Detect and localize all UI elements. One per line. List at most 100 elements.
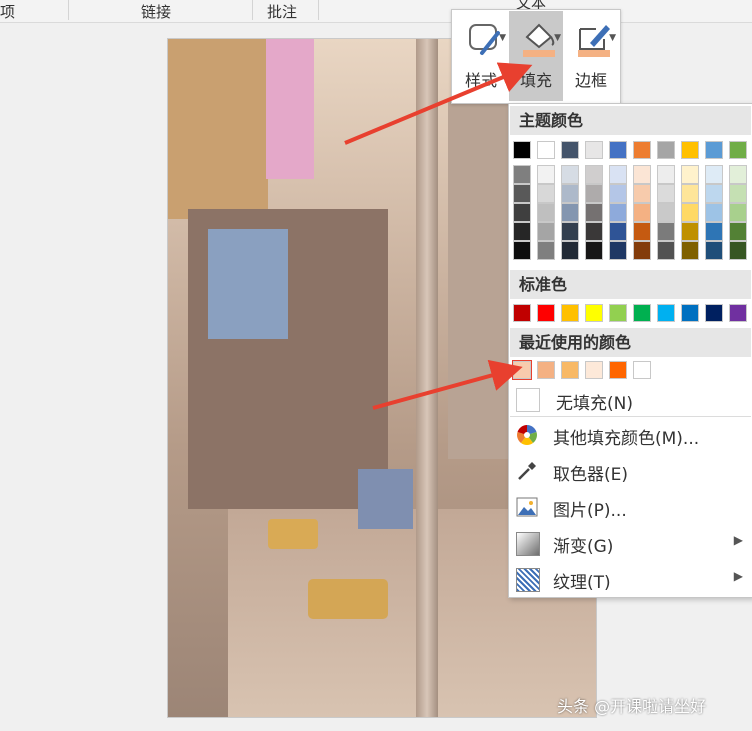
theme-shade-swatch[interactable] <box>729 165 747 184</box>
photo-bus <box>358 469 413 529</box>
ribbon-divider <box>68 0 69 20</box>
standard-color-swatch[interactable] <box>561 304 579 322</box>
theme-shade-swatch[interactable] <box>729 203 747 222</box>
theme-shade-swatch[interactable] <box>585 203 603 222</box>
gradient-item[interactable]: 渐变(G) ▶ <box>510 525 751 559</box>
theme-color-swatch[interactable] <box>729 141 747 159</box>
theme-shade-swatch[interactable] <box>561 184 579 203</box>
paint-bucket-icon <box>523 23 555 57</box>
theme-shade-swatch[interactable] <box>513 203 531 222</box>
eyedropper-item[interactable]: 取色器(E) <box>510 453 751 487</box>
theme-shade-swatch[interactable] <box>609 241 627 260</box>
theme-shade-swatch[interactable] <box>657 222 675 241</box>
theme-shade-swatch[interactable] <box>537 203 555 222</box>
ribbon-item-comment[interactable]: 批注 <box>267 1 297 22</box>
recent-color-swatch[interactable] <box>537 361 555 379</box>
recent-color-swatch[interactable] <box>561 361 579 379</box>
theme-shade-swatch[interactable] <box>633 165 651 184</box>
ribbon-item-link[interactable]: 链接 <box>141 1 171 22</box>
theme-shade-swatch[interactable] <box>513 241 531 260</box>
theme-shade-swatch[interactable] <box>513 222 531 241</box>
recent-color-swatch[interactable] <box>633 361 651 379</box>
theme-color-swatch[interactable] <box>537 141 555 159</box>
theme-shade-swatch[interactable] <box>705 241 723 260</box>
theme-shade-swatch[interactable] <box>633 241 651 260</box>
theme-shade-swatch[interactable] <box>513 165 531 184</box>
theme-shade-swatch[interactable] <box>537 165 555 184</box>
theme-shade-swatch[interactable] <box>729 184 747 203</box>
standard-color-swatch[interactable] <box>585 304 603 322</box>
mini-format-toolbar: ▼ 样式 ▼ 填充 ▼ 边框 <box>451 9 621 104</box>
theme-shade-swatch[interactable] <box>681 222 699 241</box>
theme-shade-swatch[interactable] <box>561 241 579 260</box>
theme-shade-swatch[interactable] <box>681 184 699 203</box>
theme-shade-swatch[interactable] <box>609 184 627 203</box>
standard-color-swatch[interactable] <box>705 304 723 322</box>
theme-shade-swatch[interactable] <box>537 241 555 260</box>
theme-shade-swatch[interactable] <box>585 184 603 203</box>
recent-color-swatch[interactable] <box>609 361 627 379</box>
theme-color-swatch[interactable] <box>513 141 531 159</box>
theme-shade-swatch[interactable] <box>585 165 603 184</box>
border-button[interactable]: ▼ 边框 <box>564 11 618 101</box>
theme-shade-swatch[interactable] <box>705 184 723 203</box>
no-fill-item[interactable]: 无填充(N) <box>510 382 751 417</box>
theme-shade-swatch[interactable] <box>657 184 675 203</box>
standard-colors-heading: 标准色 <box>510 270 751 299</box>
submenu-arrow-icon: ▶ <box>733 533 743 547</box>
more-fill-colors-item[interactable]: 其他填充颜色(M)... <box>510 417 751 451</box>
theme-shade-swatch[interactable] <box>609 165 627 184</box>
theme-shade-swatch[interactable] <box>561 165 579 184</box>
theme-shade-swatch[interactable] <box>705 165 723 184</box>
theme-shade-swatch[interactable] <box>585 241 603 260</box>
theme-color-swatch[interactable] <box>681 141 699 159</box>
picture-label: 图片(P)... <box>553 501 627 521</box>
fill-label: 填充 <box>519 71 552 90</box>
theme-shade-swatch[interactable] <box>537 184 555 203</box>
theme-shade-swatch[interactable] <box>657 241 675 260</box>
theme-shade-swatch[interactable] <box>633 203 651 222</box>
recent-color-swatch[interactable] <box>585 361 603 379</box>
theme-shade-swatch[interactable] <box>609 222 627 241</box>
theme-shade-swatch[interactable] <box>729 222 747 241</box>
theme-shade-swatch[interactable] <box>513 184 531 203</box>
theme-color-swatch[interactable] <box>705 141 723 159</box>
style-button[interactable]: ▼ 样式 <box>454 11 508 101</box>
theme-shade-swatch[interactable] <box>705 222 723 241</box>
ribbon-item-xiang[interactable]: 项 <box>0 1 15 22</box>
standard-color-swatch[interactable] <box>633 304 651 322</box>
theme-color-swatch[interactable] <box>609 141 627 159</box>
border-label: 边框 <box>574 71 607 90</box>
standard-color-swatch[interactable] <box>537 304 555 322</box>
theme-shade-swatch[interactable] <box>657 203 675 222</box>
more-fill-colors-label: 其他填充颜色(M)... <box>553 429 700 449</box>
standard-color-swatch[interactable] <box>657 304 675 322</box>
theme-shade-swatch[interactable] <box>633 184 651 203</box>
standard-color-swatch[interactable] <box>681 304 699 322</box>
theme-color-swatch[interactable] <box>657 141 675 159</box>
texture-item[interactable]: 纹理(T) ▶ <box>510 561 751 595</box>
theme-shade-swatch[interactable] <box>609 203 627 222</box>
fill-button[interactable]: ▼ 填充 <box>509 11 563 101</box>
standard-color-swatch[interactable] <box>609 304 627 322</box>
theme-colors-heading: 主题颜色 <box>510 106 751 135</box>
theme-shade-swatch[interactable] <box>561 222 579 241</box>
theme-shade-swatch[interactable] <box>681 203 699 222</box>
theme-shade-swatch[interactable] <box>537 222 555 241</box>
theme-shade-swatch[interactable] <box>705 203 723 222</box>
theme-shade-swatch[interactable] <box>561 203 579 222</box>
theme-color-swatch[interactable] <box>633 141 651 159</box>
picture-item[interactable]: 图片(P)... <box>510 489 751 523</box>
recent-color-swatch[interactable] <box>512 360 532 380</box>
theme-color-swatch[interactable] <box>561 141 579 159</box>
theme-shade-swatch[interactable] <box>585 222 603 241</box>
standard-color-swatch[interactable] <box>729 304 747 322</box>
theme-color-swatch[interactable] <box>585 141 603 159</box>
theme-shade-swatch[interactable] <box>681 241 699 260</box>
texture-label: 纹理(T) <box>553 573 611 593</box>
theme-shade-swatch[interactable] <box>657 165 675 184</box>
theme-shade-swatch[interactable] <box>633 222 651 241</box>
theme-shade-swatch[interactable] <box>681 165 699 184</box>
standard-color-swatch[interactable] <box>513 304 531 322</box>
theme-shade-swatch[interactable] <box>729 241 747 260</box>
